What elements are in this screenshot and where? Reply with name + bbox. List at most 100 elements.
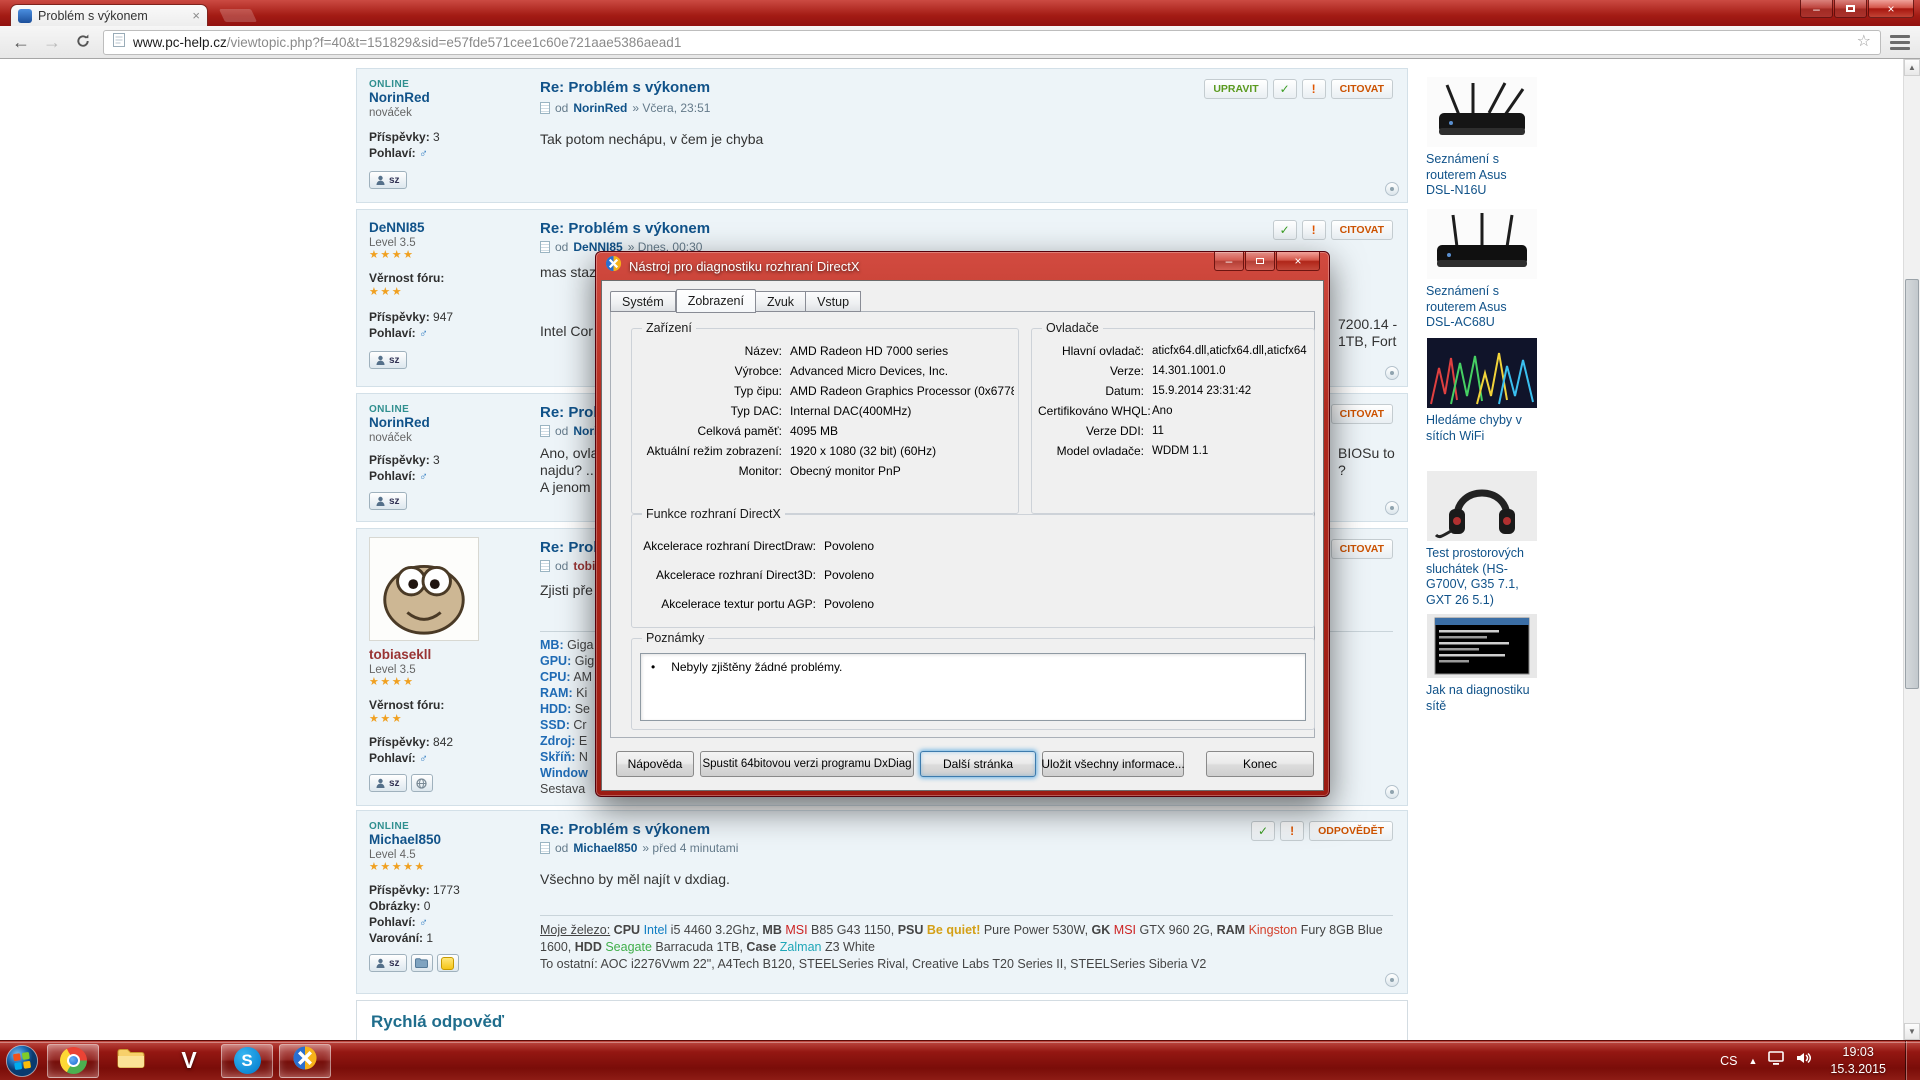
quote-button[interactable]: CITOVAT bbox=[1331, 79, 1393, 99]
terminal-image[interactable] bbox=[1426, 614, 1538, 678]
taskbar-skype-button[interactable] bbox=[221, 1044, 273, 1078]
rank-stars: ★★★★ bbox=[369, 676, 533, 689]
bookmark-star-icon[interactable]: ☆ bbox=[1857, 34, 1871, 50]
report-button[interactable]: ! bbox=[1302, 220, 1326, 240]
scroll-down-icon[interactable]: ▼ bbox=[1904, 1023, 1920, 1040]
page-scrollbar[interactable]: ▲ ▼ bbox=[1903, 59, 1920, 1040]
wifi-spectrum-image[interactable] bbox=[1426, 338, 1538, 408]
window-maximize-button[interactable] bbox=[1834, 0, 1867, 18]
private-message-button[interactable]: sz bbox=[369, 774, 407, 792]
quote-button[interactable]: CITOVAT bbox=[1331, 539, 1393, 559]
volume-icon[interactable] bbox=[1795, 1051, 1811, 1070]
top-link-icon[interactable] bbox=[1385, 182, 1399, 196]
back-icon[interactable]: ← bbox=[10, 33, 32, 51]
dialog-maximize-button[interactable] bbox=[1245, 252, 1275, 271]
user-stat: Příspěvky: 842 bbox=[369, 734, 533, 750]
news-link[interactable]: Jak na diagnostiku sítě bbox=[1426, 683, 1538, 714]
help-button[interactable]: Nápověda bbox=[616, 751, 694, 777]
post-author-link[interactable]: tobiasekll bbox=[369, 647, 533, 662]
meta-author-link[interactable]: Michael850 bbox=[573, 841, 637, 855]
tab-system[interactable]: Systém bbox=[610, 291, 676, 312]
news-link[interactable]: Hledáme chyby v sítích WiFi bbox=[1426, 413, 1538, 444]
top-link-icon[interactable] bbox=[1385, 973, 1399, 987]
approve-button[interactable]: ✓ bbox=[1251, 821, 1275, 841]
dialog-close-button[interactable]: × bbox=[1276, 252, 1320, 271]
post-author-link[interactable]: DeNNI85 bbox=[369, 220, 533, 235]
exit-button[interactable]: Konec bbox=[1206, 751, 1314, 777]
taskbar-chrome-button[interactable] bbox=[47, 1044, 99, 1078]
private-message-button[interactable]: sz bbox=[369, 171, 407, 189]
report-button[interactable]: ! bbox=[1302, 79, 1326, 99]
top-link-icon[interactable] bbox=[1385, 785, 1399, 799]
private-message-button[interactable]: sz bbox=[369, 492, 407, 510]
new-tab-button[interactable] bbox=[219, 9, 257, 22]
tray-arrow-icon[interactable]: ▲ bbox=[1748, 1056, 1757, 1066]
quote-button[interactable]: CITOVAT bbox=[1331, 220, 1393, 240]
display-tab-page: Zařízení Název:AMD Radeon HD 7000 series… bbox=[610, 311, 1315, 738]
browser-tab[interactable]: Problém s výkonem × bbox=[10, 4, 208, 26]
meta-author-link[interactable]: NorinRed bbox=[573, 101, 627, 115]
taskbar-media-player-button[interactable]: V bbox=[163, 1044, 215, 1078]
approve-button[interactable]: ✓ bbox=[1273, 220, 1297, 240]
male-icon: ♂ bbox=[419, 469, 428, 483]
next-page-button[interactable]: Další stránka bbox=[920, 751, 1036, 777]
router-image[interactable] bbox=[1426, 77, 1538, 147]
private-message-button[interactable]: sz bbox=[369, 954, 407, 972]
top-link-icon[interactable] bbox=[1385, 366, 1399, 380]
address-bar[interactable]: www.pc-help.cz/viewtopic.php?f=40&t=1518… bbox=[103, 30, 1881, 55]
edit-button[interactable]: UPRAVIT bbox=[1204, 79, 1267, 99]
post-body-fragment: Zjisti pře bbox=[540, 582, 593, 598]
language-indicator[interactable]: CS bbox=[1720, 1054, 1737, 1068]
tab-sound[interactable]: Zvuk bbox=[756, 291, 806, 312]
window-close-button[interactable]: × bbox=[1868, 0, 1914, 18]
refresh-icon[interactable] bbox=[72, 33, 94, 52]
approve-button[interactable]: ✓ bbox=[1273, 79, 1297, 99]
window-minimize-button[interactable]: – bbox=[1800, 0, 1833, 18]
display-icon[interactable] bbox=[1768, 1051, 1784, 1071]
news-link[interactable]: Seznámení s routerem Asus DSL-AC68U bbox=[1426, 284, 1538, 331]
post-author-link[interactable]: NorinRed bbox=[369, 90, 533, 105]
show-desktop-button[interactable] bbox=[1905, 1041, 1920, 1080]
browser-viewport: ONLINE NorinRed nováček Příspěvky: 3 Poh… bbox=[0, 59, 1920, 1040]
report-button[interactable]: ! bbox=[1280, 821, 1304, 841]
forward-icon[interactable]: → bbox=[41, 33, 63, 51]
tab-input[interactable]: Vstup bbox=[806, 291, 861, 312]
router-image[interactable] bbox=[1426, 209, 1538, 279]
top-link-icon[interactable] bbox=[1385, 501, 1399, 515]
taskbar-explorer-button[interactable] bbox=[105, 1044, 157, 1078]
loyalty-stars: ★★★ bbox=[369, 286, 533, 299]
private-message-button[interactable]: sz bbox=[369, 351, 407, 369]
website-icon[interactable] bbox=[411, 774, 433, 792]
news-link[interactable]: Test prostorových sluchátek (HS-G700V, G… bbox=[1426, 546, 1538, 609]
news-link[interactable]: Seznámení s routerem Asus DSL-N16U bbox=[1426, 152, 1538, 199]
post-icon bbox=[540, 560, 550, 572]
tab-close-icon[interactable]: × bbox=[192, 9, 200, 22]
menu-icon[interactable] bbox=[1890, 35, 1910, 50]
clock-date: 15.3.2015 bbox=[1830, 1061, 1886, 1077]
tab-display[interactable]: Zobrazení bbox=[676, 289, 756, 313]
yellow-badge-icon[interactable] bbox=[437, 954, 459, 972]
dialog-titlebar[interactable]: Nástroj pro diagnostiku rozhraní DirectX… bbox=[596, 252, 1329, 280]
taskbar-dxdiag-button[interactable] bbox=[279, 1044, 331, 1078]
reply-button[interactable]: ODPOVĚDĚT bbox=[1309, 821, 1393, 841]
start-button[interactable] bbox=[0, 1041, 44, 1080]
scroll-up-icon[interactable]: ▲ bbox=[1904, 59, 1920, 76]
headset-image[interactable] bbox=[1426, 471, 1538, 541]
user-stat: Varování: 1 bbox=[369, 930, 533, 946]
post-subject-link[interactable]: Re: Problém s výkonem bbox=[540, 220, 1393, 237]
user-rank: nováček bbox=[369, 432, 533, 444]
dialog-title: Nástroj pro diagnostiku rozhraní DirectX bbox=[629, 259, 860, 274]
run-64bit-button[interactable]: Spustit 64bitovou verzi programu DxDiag bbox=[700, 751, 914, 777]
scrollbar-thumb[interactable] bbox=[1905, 279, 1919, 689]
maximize-icon bbox=[1256, 258, 1264, 264]
post-author-link[interactable]: Michael850 bbox=[369, 832, 533, 847]
taskbar-clock[interactable]: 19:03 15.3.2015 bbox=[1830, 1044, 1886, 1077]
gallery-folder-icon[interactable] bbox=[411, 954, 433, 972]
quote-button[interactable]: CITOVAT bbox=[1331, 404, 1393, 424]
save-all-info-button[interactable]: Uložit všechny informace... bbox=[1042, 751, 1184, 777]
dialog-minimize-button[interactable]: – bbox=[1214, 252, 1244, 271]
male-icon: ♂ bbox=[419, 915, 428, 929]
post-author-link[interactable]: NorinRed bbox=[369, 415, 533, 430]
page-icon[interactable] bbox=[113, 33, 125, 52]
notes-box[interactable]: •Nebyly zjištěny žádné problémy. bbox=[640, 653, 1306, 721]
